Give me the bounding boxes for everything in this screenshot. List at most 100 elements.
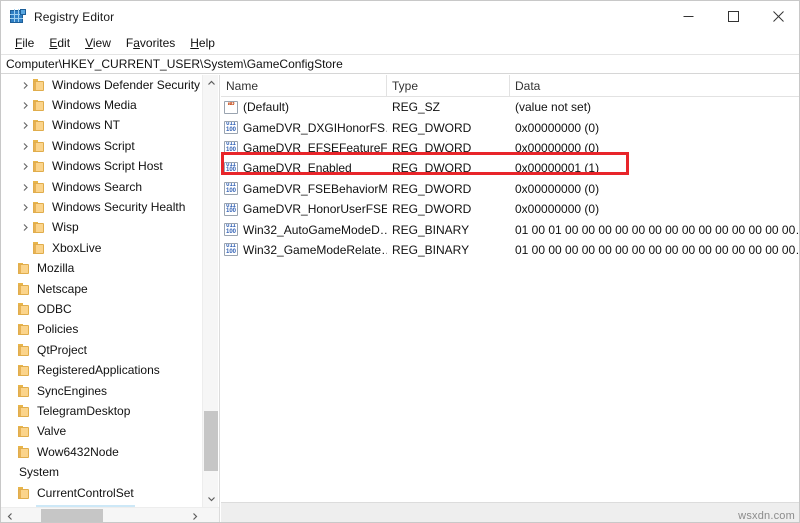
value-type: REG_BINARY [392, 222, 470, 237]
folder-icon [18, 283, 31, 295]
tree-vertical-scrollbar[interactable] [202, 75, 218, 507]
value-row[interactable]: 011 100 Win32_AutoGameModeD… REG_BINARY 01 0… [221, 219, 800, 239]
expand-chevron-icon[interactable] [18, 142, 33, 151]
menu-bar: File Edit View Favorites Help [1, 32, 799, 54]
value-data: (value not set) [515, 100, 592, 115]
minimize-button[interactable] [666, 1, 711, 32]
tree-item[interactable]: Policies [1, 320, 204, 340]
tree-item[interactable]: Windows Script [1, 136, 204, 156]
tree-item[interactable]: Windows Script Host [1, 157, 204, 177]
chevron-down-icon[interactable] [203, 490, 219, 507]
tree-scroll-thumb[interactable] [204, 411, 218, 471]
binary-value-icon: 011 100 [224, 121, 238, 135]
value-row[interactable]: 011 100 GameDVR_DXGIHonorFS… REG_DWORD 0x000… [221, 117, 799, 137]
value-type: REG_DWORD [392, 202, 472, 217]
value-type: REG_DWORD [392, 120, 472, 135]
tree-item[interactable]: Valve [1, 422, 204, 442]
tree-item-label: TelegramDesktop [37, 403, 131, 418]
expand-chevron-icon[interactable] [18, 162, 33, 171]
folder-icon [33, 181, 46, 193]
value-row[interactable]: 011 100 GameDVR_EFSEFeatureFl… REG_DWORD 0x0… [221, 138, 799, 158]
menu-item-edit[interactable]: Edit [42, 35, 78, 51]
tree-item-label: Valve [37, 424, 67, 439]
tree-hscroll-thumb[interactable] [41, 509, 103, 522]
value-row[interactable]: 011 100 GameDVR_Enabled REG_DWORD 0x00000001… [221, 158, 799, 178]
value-data: 0x00000000 (0) [515, 181, 600, 196]
column-header-data[interactable]: Data [510, 75, 799, 96]
value-name: GameDVR_EFSEFeatureFl… [243, 140, 387, 155]
value-data: 0x00000000 (0) [515, 140, 600, 155]
values-column-header: Name Type Data [221, 75, 799, 97]
value-row[interactable]: 011 100 Win32_GameModeRelate… REG_BINARY 01 … [221, 240, 799, 260]
value-name-cell: 011 100 GameDVR_DXGIHonorFS… [221, 121, 387, 135]
tree-item-label: Netscape [37, 281, 88, 296]
tree-item-label: Wow6432Node [37, 444, 119, 459]
expand-chevron-icon[interactable] [18, 101, 33, 110]
expand-chevron-icon[interactable] [18, 223, 33, 232]
tree-item-label: Windows Script Host [52, 159, 163, 174]
expand-chevron-icon[interactable] [18, 81, 33, 90]
tree-item-label: Wisp [52, 220, 79, 235]
value-name-cell: 011 100 Win32_GameModeRelate… [221, 243, 387, 257]
expand-chevron-icon[interactable] [18, 203, 33, 212]
close-button[interactable] [756, 1, 799, 32]
menu-item-favorites[interactable]: Favorites [119, 35, 183, 51]
expand-chevron-icon[interactable] [18, 121, 33, 130]
tree-item[interactable]: CurrentControlSet [1, 483, 204, 503]
tree-item[interactable]: SyncEngines [1, 381, 204, 401]
tree-item[interactable]: Windows NT [1, 116, 204, 136]
tree-item[interactable]: ODBC [1, 299, 204, 319]
value-name: GameDVR_HonorUserFSE… [243, 202, 387, 217]
tree-item[interactable]: QtProject [1, 340, 204, 360]
column-header-name[interactable]: Name [221, 75, 387, 96]
tree-horizontal-scrollbar[interactable] [1, 507, 219, 522]
tree-item-label: System [19, 465, 60, 480]
maximize-button[interactable] [711, 1, 756, 32]
column-header-type[interactable]: Type [387, 75, 510, 96]
tree-item[interactable]: TelegramDesktop [1, 401, 204, 421]
folder-icon [33, 242, 46, 254]
menu-item-file[interactable]: File [8, 35, 42, 51]
tree-item-label: ODBC [37, 301, 72, 316]
folder-icon [18, 405, 31, 417]
tree-item[interactable]: Mozilla [1, 259, 204, 279]
tree-item[interactable]: RegisteredApplications [1, 360, 204, 380]
tree-item[interactable]: Windows Media [1, 95, 204, 115]
value-row[interactable]: 011 100 GameDVR_HonorUserFSE… REG_DWORD 0x00… [221, 199, 799, 219]
registry-tree[interactable]: Windows Defender Security Ce Windows Medi… [1, 75, 204, 507]
menu-item-view[interactable]: View [78, 35, 119, 51]
expand-chevron-icon[interactable] [18, 183, 33, 192]
value-data: 01 00 01 00 00 00 00 00 00 00 00 00 00 0… [515, 222, 800, 237]
value-row[interactable]: 011 100 GameDVR_FSEBehaviorM… REG_DWORD 0x00… [221, 179, 799, 199]
window-title: Registry Editor [34, 9, 115, 24]
folder-icon [33, 160, 46, 173]
folder-icon [18, 487, 31, 499]
folder-icon [18, 262, 31, 275]
main-content: Windows Defender Security Ce Windows Medi… [1, 75, 800, 522]
binary-value-icon: 011 100 [224, 182, 238, 196]
tree-item[interactable]: XboxLive [1, 238, 204, 258]
tree-item[interactable]: Windows Security Health [1, 197, 204, 217]
tree-item[interactable]: Windows Defender Security Ce [1, 75, 204, 95]
tree-item-label: Windows Security Health [52, 200, 186, 215]
status-bar: wsxdn.com [221, 502, 799, 522]
folder-icon [33, 79, 46, 91]
tree-item[interactable]: System [1, 462, 204, 482]
value-row[interactable]: ab (Default) REG_SZ (value not set) [221, 97, 799, 117]
value-data: 0x00000001 (1) [515, 161, 600, 176]
tree-item[interactable]: Netscape [1, 279, 204, 299]
folder-icon [18, 364, 31, 377]
chevron-right-icon[interactable] [186, 508, 203, 522]
value-name-cell: 011 100 GameDVR_EFSEFeatureFl… [221, 141, 387, 155]
menu-item-help[interactable]: Help [183, 35, 223, 51]
tree-item-label: RegisteredApplications [37, 363, 160, 378]
chevron-up-icon[interactable] [203, 75, 219, 92]
value-type: REG_SZ [392, 100, 441, 115]
tree-item[interactable]: Windows Search [1, 177, 204, 197]
tree-item[interactable]: Wisp [1, 218, 204, 238]
value-name: Win32_GameModeRelate… [243, 242, 387, 257]
tree-item[interactable]: Wow6432Node [1, 442, 204, 462]
address-bar[interactable]: Computer\HKEY_CURRENT_USER\System\GameCo… [1, 54, 799, 74]
chevron-left-icon[interactable] [2, 508, 19, 522]
title-bar: Registry Editor [1, 1, 799, 32]
